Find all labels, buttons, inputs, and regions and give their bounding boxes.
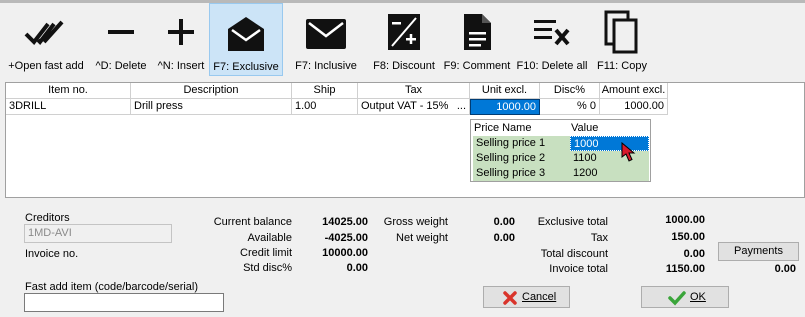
delete-all-button[interactable]: F10: Delete all — [514, 3, 590, 76]
cell-description[interactable]: Drill press — [131, 99, 292, 115]
inclusive-label: F7: Inclusive — [295, 60, 357, 72]
exclusive-total-value: 1000.00 — [665, 214, 705, 226]
open-fast-add-label: +Open fast add — [8, 60, 84, 72]
tax-label: Tax — [590, 232, 608, 244]
cell-item-no[interactable]: 3DRILL — [6, 99, 131, 115]
column-header-ship[interactable]: Ship — [292, 83, 358, 99]
total-discount-label: Total discount — [540, 248, 608, 260]
tax-value: 150.00 — [671, 231, 705, 243]
std-disc-value: 0.00 — [346, 262, 368, 274]
price-name-2[interactable]: Selling price 2 — [473, 151, 570, 166]
price-name-1[interactable]: Selling price 1 — [473, 136, 570, 151]
column-header-tax[interactable]: Tax — [358, 83, 470, 99]
comment-button[interactable]: F9: Comment — [443, 3, 511, 76]
column-header-description[interactable]: Description — [131, 83, 292, 99]
ok-button[interactable]: OK — [641, 286, 729, 308]
minus-icon — [92, 12, 150, 52]
discount-label: F8: Discount — [373, 60, 435, 72]
cancel-x-icon — [502, 290, 518, 309]
creditors-label: Creditors — [25, 212, 70, 224]
cancel-label: Cancel — [522, 291, 557, 303]
exclusive-total-label: Exclusive total — [537, 216, 608, 228]
checkmark-icon — [668, 290, 686, 309]
std-disc-label: Std disc% — [243, 262, 292, 274]
inclusive-button[interactable]: F7: Inclusive — [290, 3, 362, 76]
mouse-cursor-icon — [620, 141, 640, 164]
payments-value: 0.00 — [774, 263, 796, 275]
invoice-no-label: Invoice no. — [25, 248, 79, 260]
cell-ship[interactable]: 1.00 — [292, 99, 358, 115]
column-header-unit-excl[interactable]: Unit excl. — [470, 83, 540, 99]
discount-icon — [369, 12, 439, 52]
gross-weight-value: 0.00 — [493, 216, 515, 228]
comment-label: F9: Comment — [443, 60, 511, 72]
current-balance-value: 14025.00 — [322, 216, 368, 228]
creditors-field[interactable]: 1MD-AVI — [24, 224, 172, 243]
payments-button[interactable]: Payments — [718, 242, 799, 261]
current-balance-label: Current balance — [213, 216, 292, 228]
credit-limit-value: 10000.00 — [322, 247, 368, 259]
envelope-icon — [290, 12, 362, 52]
copy-button[interactable]: F11: Copy — [594, 3, 650, 76]
ok-label: OK — [690, 291, 706, 303]
delete-button[interactable]: ^D: Delete — [92, 3, 150, 76]
disc-value: 0 — [589, 100, 596, 112]
cell-tax-value: Output VAT - 15% — [361, 100, 449, 112]
price-name-3[interactable]: Selling price 3 — [473, 166, 570, 181]
cell-unit-excl[interactable]: 1000.00 — [470, 99, 540, 115]
exclusive-label: F7: Exclusive — [213, 61, 279, 73]
invoice-total-label: Invoice total — [549, 263, 608, 275]
gross-weight-label: Gross weight — [383, 216, 448, 228]
cell-disc[interactable]: % 0 — [540, 99, 600, 115]
invoice-total-value: 1150.00 — [665, 263, 705, 275]
credit-limit-label: Credit limit — [240, 247, 292, 259]
exclusive-button[interactable]: F7: Exclusive — [209, 3, 283, 76]
column-header-disc[interactable]: Disc% — [540, 83, 600, 99]
cell-amount-excl[interactable]: 1000.00 — [600, 99, 668, 115]
delete-all-label: F10: Delete all — [516, 60, 588, 72]
open-fast-add-button[interactable]: +Open fast add — [5, 3, 87, 76]
document-icon — [443, 12, 511, 52]
open-envelope-icon — [210, 13, 282, 53]
items-grid[interactable]: Item no. Description Ship Tax Unit excl.… — [5, 82, 805, 198]
available-value: -4025.00 — [324, 232, 368, 244]
plus-icon — [154, 12, 208, 52]
discount-button[interactable]: F8: Discount — [369, 3, 439, 76]
column-header-amount-excl[interactable]: Amount excl. — [600, 83, 668, 99]
popup-header-value: Value — [571, 122, 599, 134]
total-discount-value: 0.00 — [683, 248, 705, 260]
price-value-3[interactable]: 1200 — [570, 166, 649, 181]
net-weight-value: 0.00 — [493, 232, 515, 244]
cancel-button[interactable]: Cancel — [483, 286, 570, 308]
delete-label: ^D: Delete — [95, 60, 147, 72]
available-label: Available — [247, 232, 292, 244]
tax-more-button[interactable]: ... — [457, 99, 466, 114]
column-header-item-no[interactable]: Item no. — [6, 83, 131, 99]
copy-label: F11: Copy — [597, 60, 647, 72]
double-check-icon — [5, 12, 87, 52]
popup-header-price-name: Price Name — [474, 122, 532, 134]
cell-tax[interactable]: Output VAT - 15% ... — [358, 99, 470, 115]
fast-add-input[interactable] — [24, 293, 224, 312]
copy-icon — [594, 10, 650, 56]
net-weight-label: Net weight — [396, 232, 448, 244]
fast-add-label: Fast add item (code/barcode/serial) — [25, 281, 199, 293]
insert-label: ^N: Insert — [157, 60, 205, 72]
toolbar: +Open fast add ^D: Delete ^N: Insert F7:… — [0, 0, 805, 78]
disc-percent-symbol: % — [577, 100, 587, 112]
insert-button[interactable]: ^N: Insert — [154, 3, 208, 76]
delete-all-icon — [514, 12, 590, 52]
